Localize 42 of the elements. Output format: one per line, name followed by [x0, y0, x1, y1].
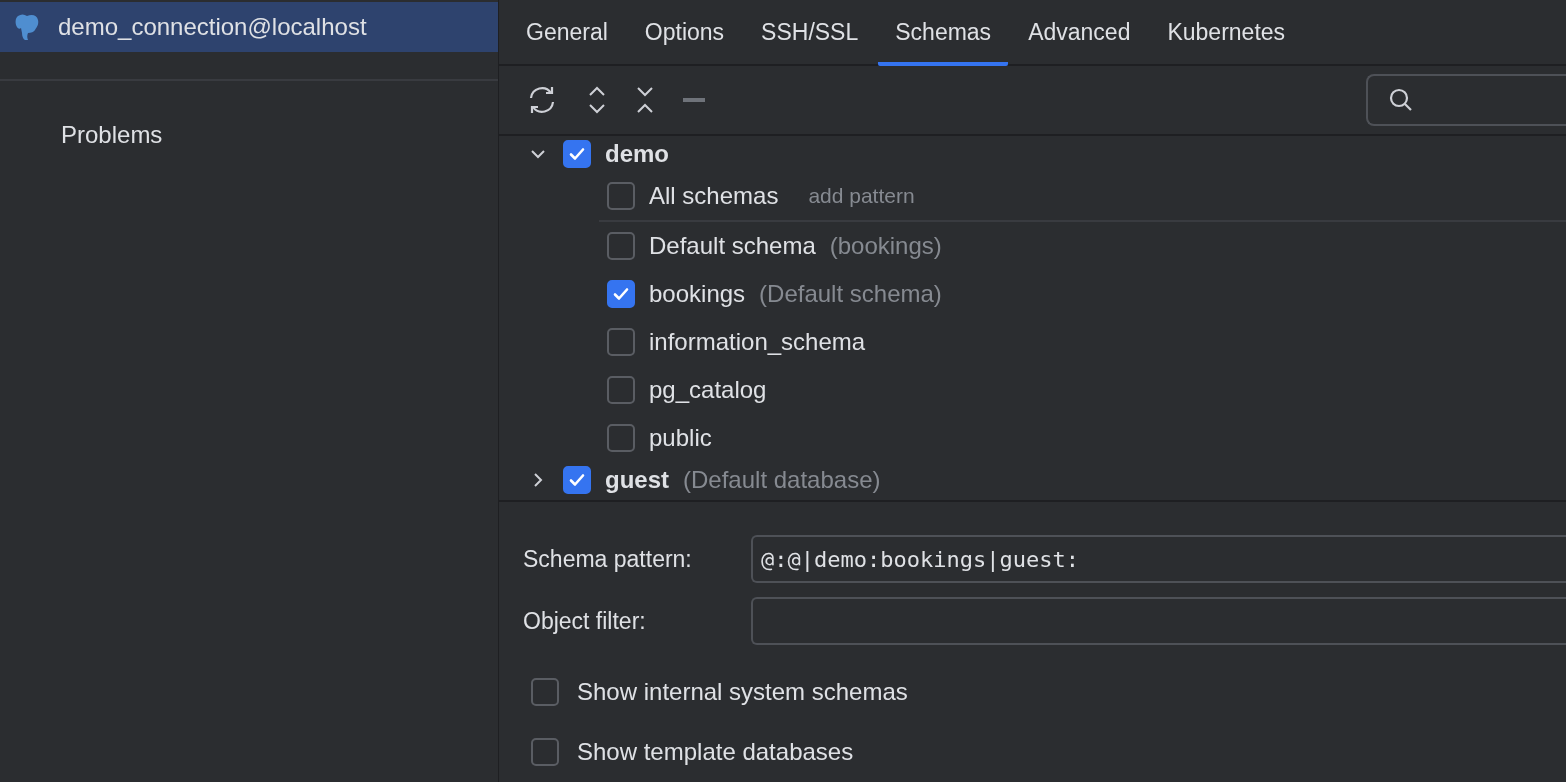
check-icon: [568, 471, 586, 489]
checkbox[interactable]: [607, 376, 635, 404]
database-name: guest: [605, 466, 669, 494]
checkbox[interactable]: [563, 466, 591, 494]
tab[interactable]: Kubernetes: [1150, 0, 1303, 66]
checkbox[interactable]: [531, 738, 559, 766]
field-label: Schema pattern:: [523, 545, 693, 573]
schema-note: (bookings): [829, 232, 942, 260]
tab[interactable]: SSH/SSL: [744, 0, 876, 66]
schema-name: All schemas: [649, 182, 779, 210]
field-label: Object filter:: [523, 607, 647, 635]
check-icon: [612, 285, 630, 303]
check-icon: [568, 145, 586, 163]
checkbox[interactable]: [607, 328, 635, 356]
tab[interactable]: Options: [627, 0, 742, 66]
checkbox[interactable]: [563, 140, 591, 168]
checkbox[interactable]: [607, 182, 635, 210]
schema-note: (Default schema): [759, 280, 942, 308]
input-field[interactable]: [751, 597, 1566, 645]
checkbox[interactable]: [607, 280, 635, 308]
option-label: Show template databases: [577, 738, 854, 766]
option-label: Show internal system schemas: [577, 678, 908, 706]
search-icon: [1388, 87, 1414, 113]
schema-name: bookings: [649, 280, 746, 308]
input-field[interactable]: @:@|demo:bookings|guest:: [751, 535, 1566, 583]
schema-name: Default schema: [649, 232, 816, 260]
checkbox[interactable]: [607, 232, 635, 260]
sidebar-item[interactable]: Problems: [0, 121, 498, 149]
tab[interactable]: Advanced: [1011, 0, 1148, 66]
sidebar-item[interactable]: demo_connection@localhost: [0, 2, 498, 52]
search-field[interactable]: [1366, 74, 1566, 126]
tab[interactable]: General: [509, 0, 625, 66]
checkbox[interactable]: [531, 678, 559, 706]
add-pattern-link[interactable]: add pattern: [808, 184, 915, 208]
database-name: demo: [605, 140, 669, 168]
schema-name: information_schema: [649, 328, 866, 356]
checkbox[interactable]: [607, 424, 635, 452]
schema-name: pg_catalog: [649, 376, 767, 404]
schema-name: public: [649, 424, 712, 452]
tab[interactable]: Schemas: [878, 0, 1009, 66]
database-note: (Default database): [683, 466, 881, 494]
elephant-icon: [14, 13, 40, 41]
